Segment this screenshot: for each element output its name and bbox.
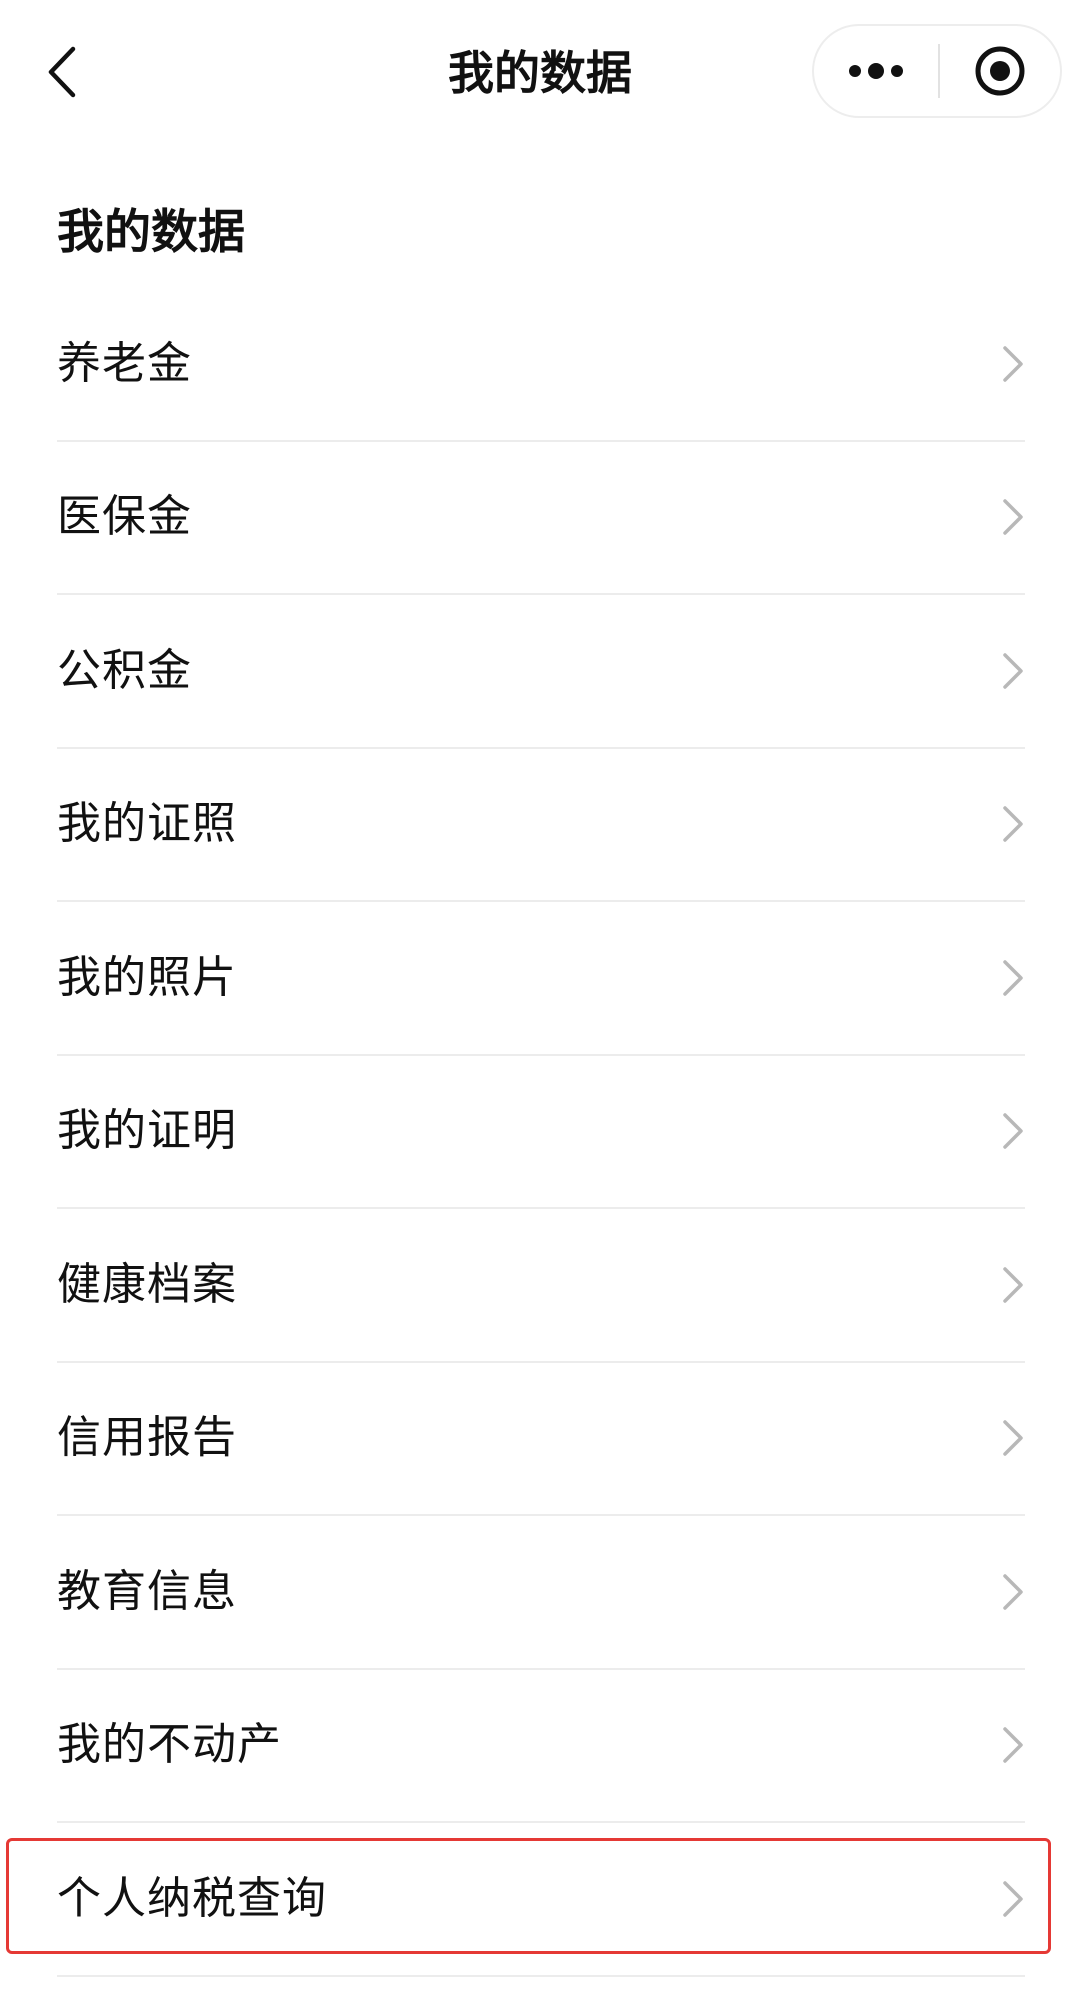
list-item-label: 个人纳税查询 [57,1872,327,1924]
chevron-right-icon [1001,497,1025,537]
list-item-label: 我的证明 [57,1105,237,1157]
list-item-credit-report[interactable]: 信用报告 [57,1363,1025,1516]
chevron-right-icon [1001,1572,1025,1612]
chevron-right-icon [1001,344,1025,384]
list-item-my-certificates[interactable]: 我的证明 [57,1056,1025,1209]
chevron-right-icon [1001,651,1025,691]
list-item-label: 信用报告 [57,1412,237,1464]
list-item-label: 我的不动产 [57,1719,282,1771]
more-button[interactable] [814,26,938,116]
chevron-right-icon [1001,1879,1025,1919]
list-item-personal-tax-query[interactable]: 个人纳税查询 [57,1823,1025,1977]
close-mini-program-button[interactable] [940,26,1060,116]
list-item-pension[interactable]: 养老金 [57,288,1025,442]
list-item-label: 医保金 [57,491,192,543]
chevron-right-icon [1001,804,1025,844]
list-item-label: 我的照片 [57,951,237,1003]
list-item-housing-fund[interactable]: 公积金 [57,595,1025,749]
list-item-label: 公积金 [57,644,192,696]
list-item-my-real-estate[interactable]: 我的不动产 [57,1670,1025,1823]
chevron-right-icon [1001,1418,1025,1458]
chevron-right-icon [1001,1265,1025,1305]
list-item-label: 养老金 [57,337,192,389]
list-item-my-licenses[interactable]: 我的证照 [57,749,1025,902]
chevron-right-icon [1001,1111,1025,1151]
data-list: 养老金 医保金 公积金 我的证照 我的照片 我的证明 健康档案 信用报告 教育信… [57,288,1025,1977]
chevron-right-icon [1001,1725,1025,1765]
target-circle-icon [975,46,1025,96]
list-item-health-records[interactable]: 健康档案 [57,1209,1025,1363]
more-dots-icon [849,63,903,79]
list-item-medical-insurance[interactable]: 医保金 [57,442,1025,595]
list-item-label: 我的证照 [57,798,237,850]
chevron-right-icon [1001,958,1025,998]
section-title: 我的数据 [57,205,245,260]
list-item-label: 健康档案 [57,1258,237,1310]
list-item-label: 教育信息 [57,1565,237,1617]
nav-bar: 我的数据 [0,0,1080,146]
mini-program-capsule [812,24,1062,118]
list-item-education-info[interactable]: 教育信息 [57,1516,1025,1670]
list-item-my-photos[interactable]: 我的照片 [57,902,1025,1056]
